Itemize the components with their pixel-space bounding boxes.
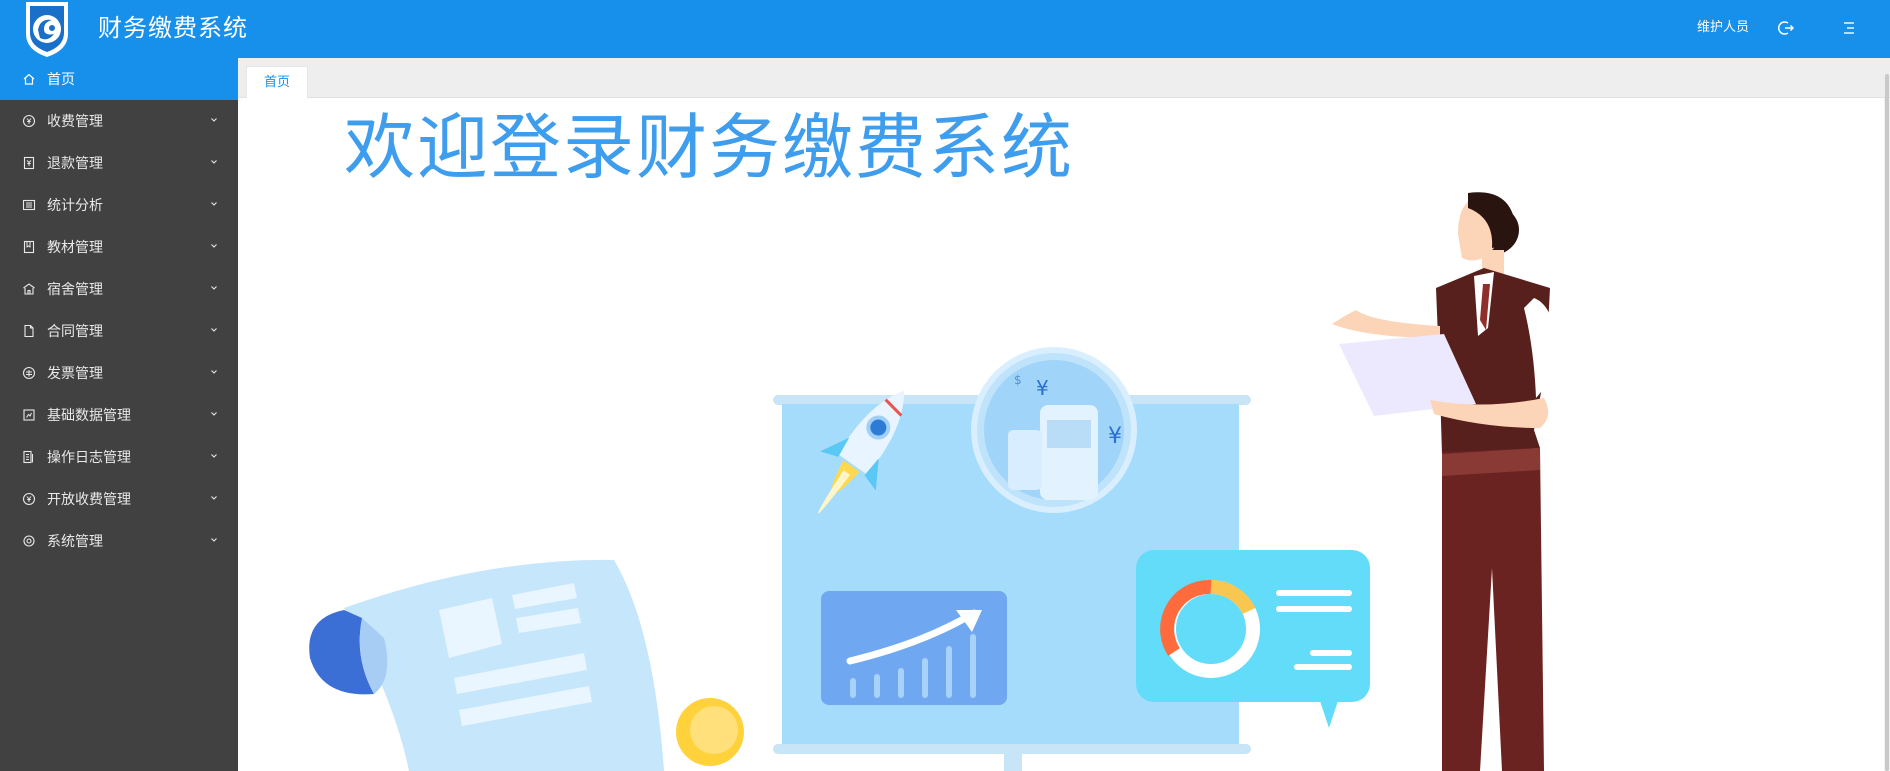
- chevron-down-icon: [211, 202, 217, 206]
- sidebar: 首页 收费管理 退款管理 统计分析 教材管理 宿舍管理 合同管理 发票管理 基础…: [0, 58, 238, 771]
- chevron-down-icon: [211, 118, 217, 122]
- scrollbar-thumb[interactable]: [1885, 74, 1889, 771]
- sidebar-item-textbook-management[interactable]: 教材管理: [0, 226, 238, 268]
- sidebar-item-system-management[interactable]: 系统管理: [0, 520, 238, 562]
- refund-icon: [23, 156, 35, 170]
- yuan-circle-icon: [22, 492, 36, 506]
- sidebar-item-label: 开放收费管理: [47, 492, 131, 508]
- chevron-down-icon: [211, 328, 217, 332]
- sidebar-item-base-data-management[interactable]: 基础数据管理: [0, 394, 238, 436]
- app-title: 财务缴费系统: [98, 14, 248, 42]
- sidebar-item-fee-management[interactable]: 收费管理: [0, 100, 238, 142]
- sidebar-item-label: 首页: [47, 72, 75, 88]
- menu-icon[interactable]: [1839, 18, 1859, 38]
- tab-bar: 首页: [238, 58, 1890, 99]
- sidebar-item-open-fee-management[interactable]: 开放收费管理: [0, 478, 238, 520]
- chevron-down-icon: [211, 160, 217, 164]
- sidebar-item-label: 操作日志管理: [47, 450, 131, 466]
- gear-icon: [23, 535, 35, 547]
- sidebar-item-label: 收费管理: [47, 114, 103, 130]
- svg-text:$: $: [1014, 373, 1022, 387]
- sidebar-item-operation-log-management[interactable]: 操作日志管理: [0, 436, 238, 478]
- logo-icon: [26, 2, 68, 57]
- chevron-down-icon: [211, 412, 217, 416]
- book-icon: [23, 240, 35, 254]
- sidebar-item-home[interactable]: 首页: [0, 58, 238, 100]
- invoice-icon: [22, 366, 36, 380]
- building-icon: [23, 283, 35, 295]
- top-header: 财务缴费系统 维护人员: [0, 0, 1890, 58]
- svg-text:¥: ¥: [1036, 376, 1049, 400]
- welcome-heading: 欢迎登录财务缴费系统: [344, 106, 1075, 189]
- chevron-down-icon: [211, 244, 217, 248]
- chevron-down-icon: [211, 538, 217, 542]
- sidebar-item-label: 统计分析: [47, 198, 103, 214]
- sidebar-item-label: 系统管理: [47, 534, 103, 550]
- data-icon: [23, 409, 35, 421]
- log-icon: [23, 450, 33, 464]
- list-icon: [22, 199, 36, 211]
- tab-home[interactable]: 首页: [246, 66, 309, 99]
- sidebar-item-label: 宿舍管理: [47, 282, 103, 298]
- sidebar-item-invoice-management[interactable]: 发票管理: [0, 352, 238, 394]
- svg-text:¥: ¥: [1108, 424, 1122, 449]
- sidebar-item-contract-management[interactable]: 合同管理: [0, 310, 238, 352]
- sidebar-item-statistics[interactable]: 统计分析: [0, 184, 238, 226]
- sidebar-item-label: 基础数据管理: [47, 408, 131, 424]
- chevron-down-icon: [211, 496, 217, 500]
- sidebar-item-refund-management[interactable]: 退款管理: [0, 142, 238, 184]
- chevron-down-icon: [211, 370, 217, 374]
- document-icon: [24, 324, 34, 338]
- main-content: ¥ ¥ $ 欢迎登录财务缴费系统: [244, 98, 1884, 771]
- chevron-down-icon: [211, 454, 217, 458]
- chevron-down-icon: [211, 286, 217, 290]
- logout-icon[interactable]: [1776, 18, 1796, 38]
- user-name[interactable]: 维护人员: [1697, 19, 1749, 37]
- yuan-circle-icon: [22, 114, 36, 128]
- finance-illustration: ¥ ¥ $: [309, 192, 1557, 771]
- sidebar-item-label: 合同管理: [47, 324, 103, 340]
- sidebar-item-label: 教材管理: [47, 240, 103, 256]
- sidebar-item-dormitory-management[interactable]: 宿舍管理: [0, 268, 238, 310]
- home-icon: [23, 73, 35, 85]
- sidebar-item-label: 退款管理: [47, 156, 103, 172]
- sidebar-item-label: 发票管理: [47, 366, 103, 382]
